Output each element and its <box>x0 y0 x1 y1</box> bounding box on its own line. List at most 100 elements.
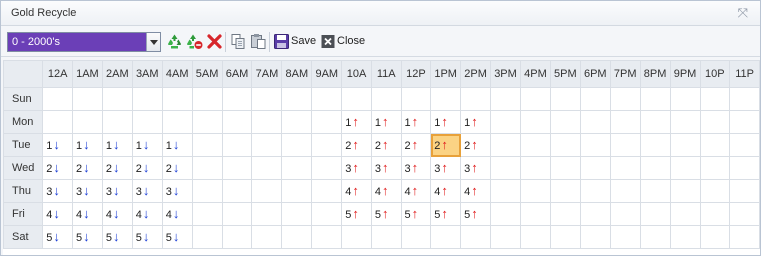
schedule-cell[interactable]: 3↑ <box>460 156 492 180</box>
schedule-cell[interactable]: 2↓ <box>131 156 163 180</box>
paste-icon[interactable] <box>250 33 267 50</box>
schedule-cell[interactable] <box>609 87 641 111</box>
schedule-cell[interactable] <box>400 225 432 249</box>
schedule-cell[interactable] <box>699 156 731 180</box>
schedule-cell[interactable] <box>281 225 313 249</box>
schedule-cell[interactable]: 1↑ <box>400 110 432 134</box>
schedule-cell[interactable] <box>42 87 73 111</box>
schedule-cell[interactable] <box>579 110 611 134</box>
schedule-cell[interactable] <box>311 225 343 249</box>
schedule-cell[interactable]: 4↓ <box>42 202 73 226</box>
schedule-cell[interactable] <box>519 202 551 226</box>
schedule-cell[interactable]: 1↓ <box>101 133 133 157</box>
schedule-cell[interactable]: 1↑ <box>341 110 372 134</box>
schedule-cell[interactable] <box>609 156 641 180</box>
schedule-cell[interactable] <box>490 202 521 226</box>
schedule-cell[interactable] <box>669 225 701 249</box>
schedule-cell[interactable] <box>669 202 701 226</box>
schedule-cell[interactable] <box>639 156 671 180</box>
schedule-cell[interactable] <box>191 225 223 249</box>
schedule-cell[interactable] <box>609 179 641 203</box>
schedule-cell[interactable]: 1↓ <box>131 133 163 157</box>
schedule-cell[interactable] <box>281 110 313 134</box>
hour-header[interactable]: 7PM <box>609 60 641 88</box>
schedule-cell[interactable] <box>460 225 492 249</box>
schedule-cell[interactable] <box>579 87 611 111</box>
schedule-cell[interactable] <box>729 225 760 249</box>
schedule-cell[interactable] <box>311 156 343 180</box>
schedule-cell[interactable] <box>669 156 701 180</box>
schedule-cell[interactable]: 4↓ <box>131 202 163 226</box>
schedule-cell[interactable] <box>251 156 283 180</box>
schedule-cell[interactable] <box>609 202 641 226</box>
schedule-cell[interactable]: 5↑ <box>370 202 402 226</box>
schedule-cell[interactable]: 5↓ <box>71 225 103 249</box>
schedule-cell[interactable] <box>549 87 581 111</box>
hour-header[interactable]: 3PM <box>490 60 521 88</box>
schedule-cell[interactable]: 1↑ <box>430 110 462 134</box>
schedule-cell[interactable] <box>639 110 671 134</box>
day-header[interactable]: Thu <box>3 179 44 203</box>
schedule-cell[interactable] <box>490 133 521 157</box>
schedule-cell[interactable]: 5↓ <box>42 225 73 249</box>
schedule-cell[interactable] <box>281 87 313 111</box>
schedule-cell[interactable] <box>729 202 760 226</box>
schedule-cell[interactable] <box>251 87 283 111</box>
hour-header[interactable]: 2AM <box>101 60 133 88</box>
schedule-cell[interactable] <box>281 179 313 203</box>
day-header[interactable]: Mon <box>3 110 44 134</box>
schedule-cell[interactable] <box>311 110 343 134</box>
schedule-cell[interactable] <box>729 110 760 134</box>
schedule-cell[interactable]: 5↑ <box>430 202 462 226</box>
schedule-cell[interactable]: 4↑ <box>460 179 492 203</box>
schedule-cell[interactable]: 2↑ <box>341 133 372 157</box>
schedule-cell[interactable] <box>221 133 253 157</box>
schedule-cell[interactable] <box>639 225 671 249</box>
schedule-cell[interactable] <box>490 87 521 111</box>
schedule-cell[interactable] <box>281 202 313 226</box>
schedule-cell[interactable]: 5↓ <box>161 225 193 249</box>
schedule-cell[interactable] <box>191 202 223 226</box>
schedule-cell[interactable] <box>609 110 641 134</box>
schedule-cell[interactable] <box>699 110 731 134</box>
schedule-cell[interactable] <box>311 87 343 111</box>
schedule-cell[interactable] <box>161 87 193 111</box>
schedule-cell[interactable]: 3↓ <box>161 179 193 203</box>
schedule-cell[interactable]: 3↑ <box>430 156 462 180</box>
schedule-cell[interactable] <box>370 87 402 111</box>
schedule-cell[interactable]: 2↓ <box>42 156 73 180</box>
schedule-cell[interactable] <box>699 133 731 157</box>
schedule-cell[interactable] <box>519 225 551 249</box>
schedule-cell[interactable]: 2↑ <box>460 133 492 157</box>
schedule-cell[interactable] <box>251 225 283 249</box>
schedule-cell[interactable]: 3↓ <box>101 179 133 203</box>
hour-header[interactable]: 2PM <box>460 60 492 88</box>
schedule-cell[interactable] <box>549 202 581 226</box>
day-header[interactable]: Wed <box>3 156 44 180</box>
schedule-cell[interactable]: 2↓ <box>101 156 133 180</box>
schedule-cell[interactable]: 5↑ <box>400 202 432 226</box>
schedule-cell[interactable] <box>519 110 551 134</box>
schedule-cell[interactable] <box>341 87 372 111</box>
schedule-cell[interactable] <box>579 156 611 180</box>
schedule-cell[interactable]: 3↓ <box>71 179 103 203</box>
schedule-cell[interactable]: 1↑ <box>460 110 492 134</box>
schedule-cell[interactable]: 2↓ <box>71 156 103 180</box>
schedule-cell[interactable] <box>251 110 283 134</box>
schedule-cell[interactable]: 2↑ <box>370 133 402 157</box>
schedule-cell[interactable] <box>579 225 611 249</box>
schedule-cell[interactable] <box>191 156 223 180</box>
schedule-cell[interactable] <box>639 87 671 111</box>
recycle-remove-icon[interactable] <box>186 33 203 50</box>
hour-header[interactable]: 7AM <box>251 60 283 88</box>
schedule-cell[interactable]: 3↓ <box>131 179 163 203</box>
schedule-cell[interactable] <box>221 156 253 180</box>
save-button[interactable]: Save <box>291 35 316 47</box>
schedule-cell[interactable] <box>161 110 193 134</box>
schedule-cell[interactable] <box>251 179 283 203</box>
hour-header[interactable]: 4AM <box>161 60 193 88</box>
schedule-cell[interactable] <box>221 87 253 111</box>
schedule-cell[interactable]: 3↑ <box>341 156 372 180</box>
schedule-cell[interactable]: 5↓ <box>131 225 163 249</box>
hour-header[interactable]: 11A <box>370 60 402 88</box>
